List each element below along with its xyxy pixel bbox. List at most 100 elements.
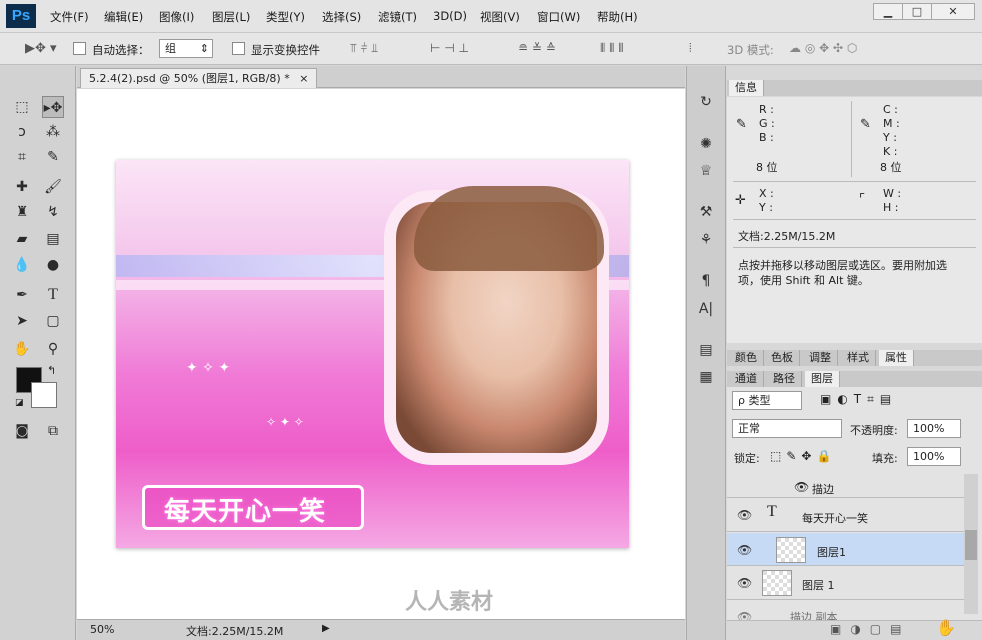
tool-presets-icon[interactable]: ⚒ xyxy=(694,201,718,223)
path-select-icon[interactable]: ➤ xyxy=(11,310,33,332)
type-tool-icon[interactable]: T xyxy=(42,284,64,306)
tab-channels[interactable]: 通道 xyxy=(729,371,764,387)
zoom-level[interactable]: 50% xyxy=(90,623,114,636)
auto-select-checkbox[interactable] xyxy=(73,42,86,55)
auto-select-dropdown[interactable]: 组 ⇕ xyxy=(159,39,213,58)
fill-field[interactable]: 100% xyxy=(907,447,961,466)
layer-4-eye-icon[interactable]: 👁 xyxy=(737,576,752,590)
menu-filter[interactable]: 滤镜(T) xyxy=(378,9,417,25)
healing-brush-icon[interactable]: ✚ xyxy=(11,176,33,198)
character-panel-icon[interactable]: A| xyxy=(694,298,718,320)
minimize-button[interactable]: ▁ xyxy=(873,3,903,20)
brush-presets-icon[interactable]: ♕ xyxy=(694,160,718,182)
close-window-button[interactable]: ✕ xyxy=(931,3,975,20)
auto-select-value: 组 xyxy=(165,42,176,55)
layer-filter-dropdown[interactable]: ρ 类型 xyxy=(732,391,802,410)
menu-3d[interactable]: 3D(D) xyxy=(433,9,467,23)
notes-panel-icon[interactable]: ▤ xyxy=(694,339,718,361)
auto-align-icon[interactable]: ⦙ xyxy=(689,41,692,56)
layers-scroll-thumb[interactable] xyxy=(965,530,977,560)
menu-edit[interactable]: 编辑(E) xyxy=(104,9,143,25)
eyedropper-icon[interactable]: ✎ xyxy=(42,146,64,168)
blend-mode-dropdown[interactable]: 正常 xyxy=(732,419,842,438)
eraser-tool-icon[interactable]: ▰ xyxy=(11,228,33,250)
sparkles-decoration: ✦ ✧ ✦ xyxy=(186,360,231,376)
paragraph-panel-icon[interactable]: ¶ xyxy=(694,270,718,292)
zoom-tool-icon[interactable]: ⚲ xyxy=(42,338,64,360)
show-transform-checkbox[interactable] xyxy=(232,42,245,55)
tab-adjustments[interactable]: 调整 xyxy=(803,350,838,366)
clone-source-icon[interactable]: ⚘ xyxy=(694,229,718,251)
brush-tool-icon[interactable]: 🖌 xyxy=(42,176,64,198)
default-colors-icon[interactable]: ◪ xyxy=(15,398,24,408)
layer-row-effect[interactable] xyxy=(727,474,964,498)
tab-swatches[interactable]: 色板 xyxy=(765,350,800,366)
history-panel-icon[interactable]: ↻ xyxy=(694,91,718,113)
gradient-tool-icon[interactable]: ▤ xyxy=(42,228,64,250)
actions-panel-icon[interactable]: ✺ xyxy=(694,133,718,155)
distribute-top-icon[interactable]: ≘ ≚ ≙ xyxy=(518,41,556,55)
info-notes-icon[interactable]: ▦ xyxy=(694,366,718,388)
background-color-swatch[interactable] xyxy=(31,382,57,408)
menu-type[interactable]: 类型(Y) xyxy=(266,9,305,25)
shape-tool-icon[interactable]: ▢ xyxy=(42,310,64,332)
info-b: B : xyxy=(759,131,774,144)
layer-name-selected: 图层1 xyxy=(817,546,846,559)
layer-name-text: 每天开心一笑 xyxy=(802,512,868,525)
tab-styles[interactable]: 样式 xyxy=(841,350,876,366)
blur-tool-icon[interactable]: 💧 xyxy=(11,254,33,276)
layer-4-thumbnail xyxy=(762,570,792,596)
layer-footer-icons[interactable]: ▣◑▢▤ xyxy=(830,622,910,636)
stamp-tool-icon[interactable]: ♜ xyxy=(11,201,33,223)
move-tool-preset-icon[interactable]: ▶✥ ▾ xyxy=(25,41,57,56)
info-h: H : xyxy=(883,201,899,214)
distribute-left-icon[interactable]: ⦀ ⦀ ⦀ xyxy=(600,41,623,56)
marquee-tool-icon[interactable]: ⬚ xyxy=(11,96,33,118)
menu-image[interactable]: 图像(I) xyxy=(159,9,194,25)
magic-wand-icon[interactable]: ⁂ xyxy=(42,121,64,143)
menu-window[interactable]: 窗口(W) xyxy=(537,9,580,25)
status-menu-arrow-icon[interactable]: ▶ xyxy=(322,623,330,634)
close-tab-icon[interactable]: × xyxy=(299,72,308,85)
selected-layer-eye-icon[interactable]: 👁 xyxy=(737,543,752,557)
opacity-field[interactable]: 100% xyxy=(907,419,961,438)
lock-icons[interactable]: ⬚✎✥🔒 xyxy=(770,449,836,463)
tab-info[interactable]: 信息 xyxy=(729,80,764,96)
text-layer-eye-icon[interactable]: 👁 xyxy=(737,508,752,522)
hand-cursor-icon: ✋ xyxy=(936,618,956,637)
layer-name-effect: 描边 xyxy=(812,483,834,496)
menu-file[interactable]: 文件(F) xyxy=(50,9,89,25)
maximize-button[interactable]: □ xyxy=(902,3,932,20)
info-doc-size: 文档:2.25M/15.2M xyxy=(738,230,836,243)
crosshair-icon: ✛ xyxy=(735,193,746,208)
menu-help[interactable]: 帮助(H) xyxy=(597,9,638,25)
menu-layer[interactable]: 图层(L) xyxy=(212,9,250,25)
screen-mode-icon[interactable]: ⧉ xyxy=(42,420,64,442)
document-tab[interactable]: 5.2.4(2).psd @ 50% (图层1, RGB/8) * × xyxy=(80,68,318,88)
info-w: W : xyxy=(883,187,902,200)
document-image[interactable]: 每天开心一笑 ✦ ✧ ✦ ✧ ✦ ✧ xyxy=(116,160,629,548)
tab-properties[interactable]: 属性 xyxy=(879,350,914,366)
eyedropper-rgb-icon: ✎ xyxy=(736,117,747,132)
align-top-icon[interactable]: ⫪ ⫩ ⫫ xyxy=(350,41,378,56)
swap-colors-icon[interactable]: ↰ xyxy=(47,364,56,377)
dodge-tool-icon[interactable]: ● xyxy=(42,254,64,276)
crop-tool-icon[interactable]: ⌗ xyxy=(11,146,33,168)
history-brush-icon[interactable]: ↯ xyxy=(42,201,64,223)
align-left-icon[interactable]: ⊢ ⊣ ⊥ xyxy=(430,41,469,55)
effect-eye-icon[interactable]: 👁 xyxy=(794,480,809,494)
hand-tool-icon[interactable]: ✋ xyxy=(11,338,33,360)
quick-mask-icon[interactable]: ◙ xyxy=(11,420,33,442)
tab-layers[interactable]: 图层 xyxy=(805,371,840,387)
tab-color[interactable]: 颜色 xyxy=(729,350,764,366)
info-bit-right: 8 位 xyxy=(880,161,902,174)
lasso-tool-icon[interactable]: ↄ xyxy=(11,121,33,143)
3d-rotate-icon[interactable]: ☁ ◎ ✥ ✣ ⬡ xyxy=(789,41,857,55)
tab-paths[interactable]: 路径 xyxy=(767,371,802,387)
pen-tool-icon[interactable]: ✒ xyxy=(11,284,33,306)
3d-mode-label: 3D 模式: xyxy=(727,43,774,57)
menu-view[interactable]: 视图(V) xyxy=(480,9,520,25)
menu-select[interactable]: 选择(S) xyxy=(322,9,361,25)
layer-filter-icons[interactable]: ▣◐T⌗▤ xyxy=(820,392,897,407)
move-tool-icon[interactable]: ▸✥ xyxy=(42,96,64,118)
